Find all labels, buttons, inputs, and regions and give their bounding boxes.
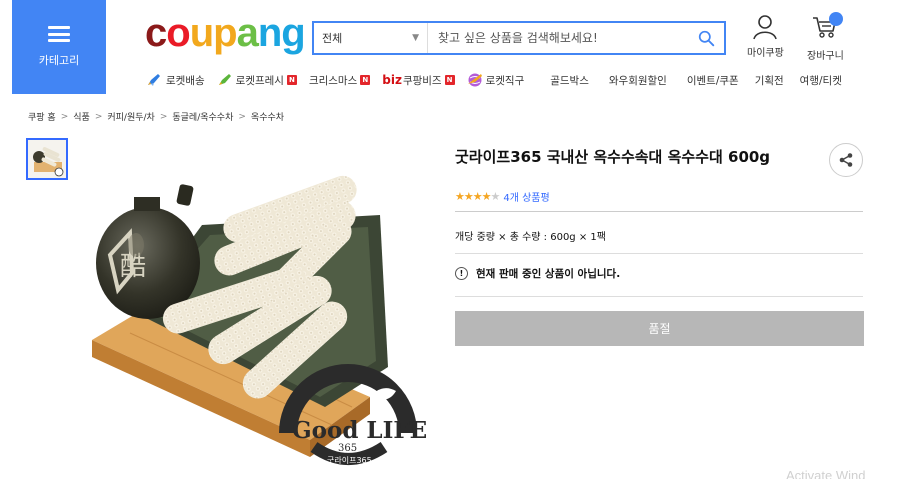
- breadcrumb-item[interactable]: 옥수수차: [251, 110, 284, 123]
- thumbnail-image: [28, 140, 66, 178]
- svg-text:酷: 酷: [120, 252, 146, 282]
- cart-count-badge: [829, 12, 844, 26]
- category-menu-button[interactable]: 카테고리: [12, 0, 106, 94]
- product-main-image[interactable]: 酷 Good LIFE 365 굿라이프365: [70, 135, 450, 475]
- nav-goldbox[interactable]: 골드박스: [550, 73, 589, 88]
- search-category-select[interactable]: 전체 ▼: [314, 23, 428, 53]
- nav-christmas[interactable]: 크리스마스 N: [309, 73, 371, 88]
- nav-coupang-biz[interactable]: biz 쿠팡비즈 N: [382, 73, 455, 88]
- breadcrumb-item[interactable]: 쿠팡 홈: [28, 110, 56, 123]
- breadcrumb-item[interactable]: 식품: [73, 110, 90, 123]
- biz-logo: biz: [382, 73, 402, 87]
- product-title: 굿라이프365 국내산 옥수수속대 옥수수대 600g: [455, 148, 771, 166]
- star-icon: ★★★★: [455, 190, 491, 203]
- breadcrumb: 쿠팡 홈 > 식품 > 커피/원두/차 > 동글레/옥수수차 > 옥수수차: [28, 110, 285, 124]
- product-option: 개당 중량 × 총 수량 : 600g × 1팩: [455, 232, 606, 243]
- breadcrumb-item[interactable]: 동글레/옥수수차: [172, 110, 233, 123]
- nav-travel-tickets[interactable]: 여행/티켓: [800, 73, 842, 88]
- breadcrumb-item[interactable]: 커피/원두/차: [107, 110, 154, 123]
- nav-rocket-global[interactable]: 로켓직구: [467, 72, 524, 88]
- product-thumbnail[interactable]: [26, 138, 68, 180]
- category-nav: 로켓배송 로켓프레시 N 크리스마스 N biz 쿠팡비즈 N 로켓직구 골드박…: [146, 70, 842, 90]
- search-input[interactable]: [428, 23, 688, 53]
- new-badge: N: [360, 75, 371, 85]
- nav-exhibitions[interactable]: 기획전: [755, 73, 784, 88]
- review-count-link[interactable]: 4개 상품평: [503, 189, 549, 204]
- nav-rocket-delivery[interactable]: 로켓배송: [146, 73, 205, 88]
- star-empty-icon: ★: [490, 190, 500, 203]
- star-rating: ★★★★★: [455, 190, 500, 203]
- user-icon: [753, 15, 778, 40]
- category-label: 카테고리: [38, 54, 80, 67]
- chevron-down-icon: ▼: [412, 33, 419, 43]
- sold-out-button[interactable]: 품절: [455, 311, 864, 346]
- rocket-fresh-icon: [218, 74, 231, 85]
- share-button[interactable]: [829, 143, 863, 177]
- new-badge: N: [286, 75, 297, 85]
- new-badge: N: [444, 75, 455, 85]
- search-button[interactable]: [688, 23, 724, 53]
- nav-wow-discount[interactable]: 와우회원할인: [609, 73, 667, 88]
- not-on-sale-notice: ! 현재 판매 중인 상품이 아닙니다.: [455, 266, 620, 281]
- divider: [455, 253, 863, 254]
- svg-text:Good LIFE: Good LIFE: [292, 417, 427, 444]
- windows-activation-watermark: Activate Wind: [786, 468, 866, 479]
- coupang-logo[interactable]: coupang: [145, 10, 306, 56]
- cart-link[interactable]: 장바구니: [807, 12, 844, 62]
- svg-text:굿라이프365: 굿라이프365: [327, 455, 372, 465]
- globe-icon: [467, 73, 482, 87]
- nav-events-coupons[interactable]: 이벤트/쿠폰: [687, 73, 739, 88]
- share-icon: [839, 153, 853, 167]
- rocket-icon: [148, 74, 160, 86]
- divider: [455, 296, 863, 297]
- product-rating: ★★★★★ 4개 상품평: [455, 189, 550, 204]
- my-coupang-link[interactable]: 마이쿠팡: [747, 14, 784, 59]
- search-bar: 전체 ▼: [312, 21, 726, 55]
- divider: [455, 211, 863, 212]
- search-icon: [698, 30, 714, 46]
- corn-cob-photo: 酷 Good LIFE 365 굿라이프365: [92, 175, 427, 465]
- hamburger-icon: [48, 26, 70, 42]
- nav-rocket-fresh[interactable]: 로켓프레시 N: [217, 73, 297, 88]
- info-icon: !: [455, 267, 468, 280]
